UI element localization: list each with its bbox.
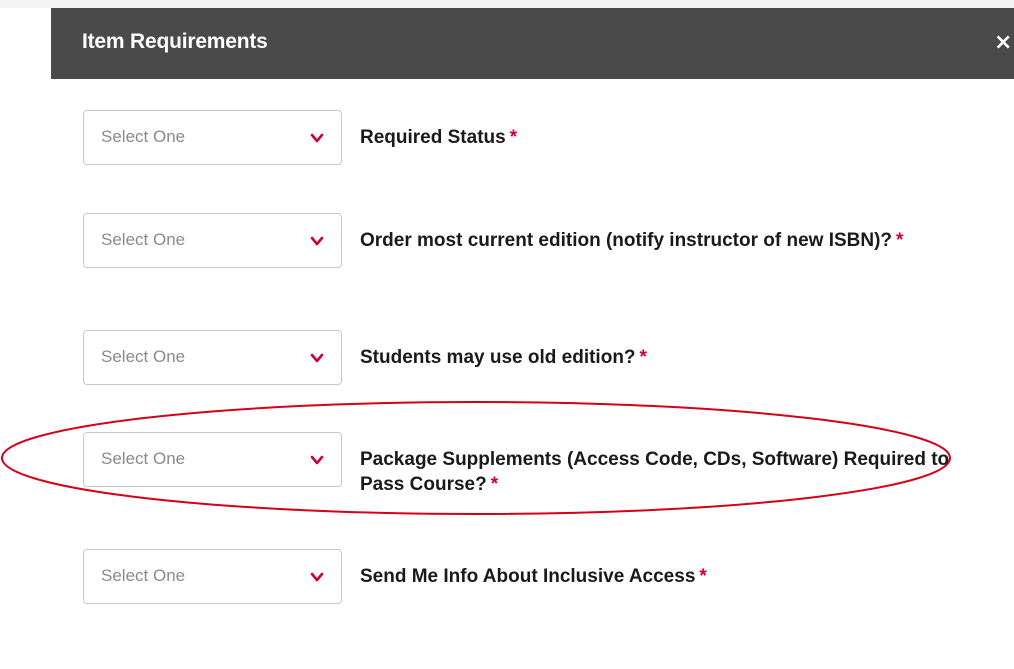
chevron-down-icon <box>310 455 324 465</box>
chevron-down-icon <box>310 236 324 246</box>
required-status-label: Required Status * <box>360 125 960 150</box>
required-asterisk: * <box>490 474 499 495</box>
select-value: Select One <box>101 347 186 366</box>
select-value: Select One <box>101 127 186 146</box>
required-asterisk: * <box>699 566 707 587</box>
old-edition-select[interactable]: Select One <box>83 330 342 385</box>
chevron-down-icon <box>310 353 324 363</box>
current-edition-label: Order most current edition (notify instr… <box>360 228 960 253</box>
modal-header: Item Requirements × <box>51 8 1014 79</box>
old-edition-label: Students may use old edition? * <box>360 345 960 370</box>
label-text: Required Status <box>360 127 506 148</box>
label-text: Package Supplements (Access Code, CDs, S… <box>360 449 950 495</box>
current-edition-select[interactable]: Select One <box>83 213 342 268</box>
label-text: Order most current edition (notify instr… <box>360 230 893 251</box>
inclusive-access-label: Send Me Info About Inclusive Access * <box>360 564 960 589</box>
modal-title: Item Requirements <box>82 30 268 53</box>
close-icon[interactable]: × <box>994 32 1012 54</box>
inclusive-access-select[interactable]: Select One <box>83 549 342 604</box>
chevron-down-icon <box>310 133 324 143</box>
background-strip <box>0 0 1014 8</box>
select-value: Select One <box>101 566 186 585</box>
package-supplements-select[interactable]: Select One <box>83 432 342 487</box>
label-text: Send Me Info About Inclusive Access <box>360 566 696 587</box>
required-asterisk: * <box>896 230 904 251</box>
required-asterisk: * <box>509 127 518 148</box>
label-text: Students may use old edition? <box>360 347 636 368</box>
select-value: Select One <box>101 449 186 468</box>
chevron-down-icon <box>310 572 324 582</box>
package-supplements-label: Package Supplements (Access Code, CDs, S… <box>360 447 960 497</box>
select-value: Select One <box>101 230 186 249</box>
required-asterisk: * <box>639 347 647 368</box>
required-status-select[interactable]: Select One <box>83 110 342 165</box>
page: Item Requirements × Select One Required … <box>0 0 1014 669</box>
